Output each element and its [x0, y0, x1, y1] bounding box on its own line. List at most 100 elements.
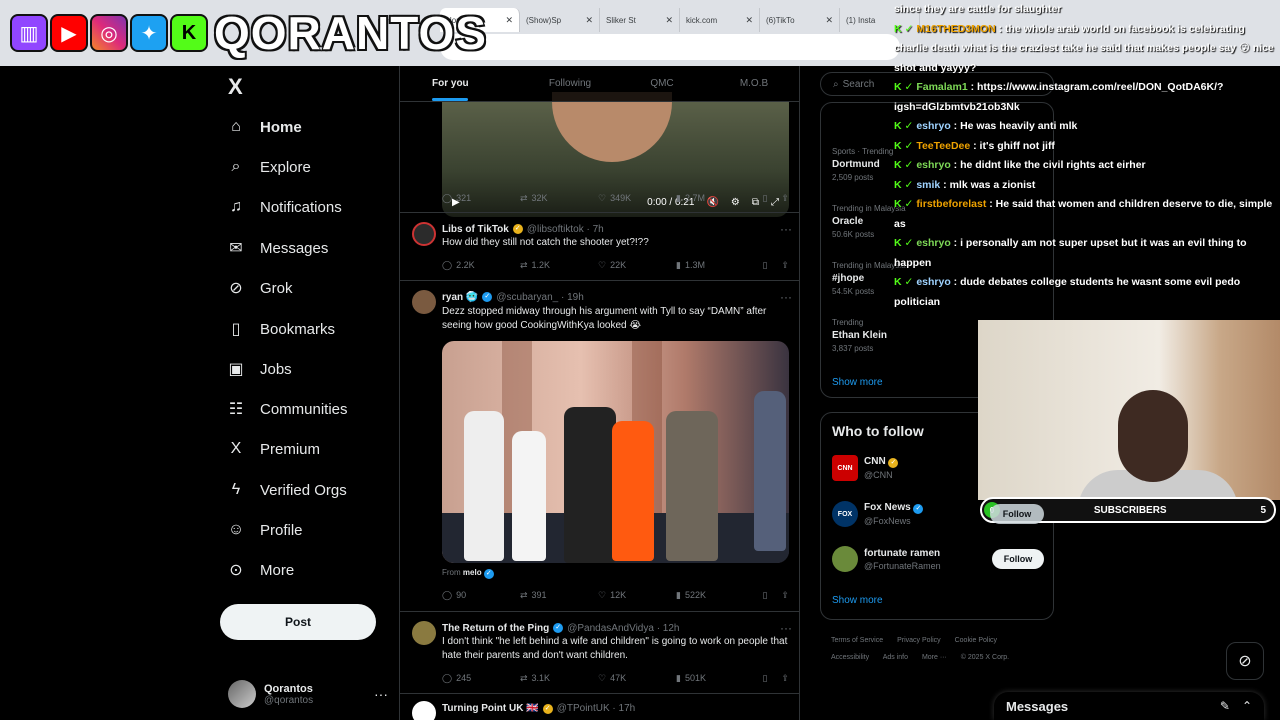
bookmark-icon[interactable]: ▯	[763, 673, 768, 684]
footer-link[interactable]: Privacy Policy	[897, 637, 941, 644]
tweet-author[interactable]: ryan 🥶	[442, 292, 478, 303]
chat-text: : it's ghiff not jiff	[973, 139, 1055, 152]
address-bar[interactable]	[440, 34, 900, 60]
tweet-handle[interactable]: @TPointUK · 17h	[557, 703, 636, 714]
nav-item-verified-orgs[interactable]: ϟ Verified Orgs	[226, 475, 347, 505]
repost-button[interactable]: ⇄ 391	[520, 590, 598, 601]
tweet-handle[interactable]: @PandasAndVidya · 12h	[567, 623, 679, 634]
messages-drawer[interactable]: Messages ✎ ⌃	[994, 692, 1264, 720]
tweet-handle[interactable]: @scubaryan_ · 19h	[496, 292, 583, 303]
x-logo-icon[interactable]: X	[228, 74, 243, 100]
follow-button[interactable]: Follow	[990, 504, 1044, 524]
close-icon[interactable]: ✕	[665, 15, 673, 26]
footer-link[interactable]: More ···	[922, 654, 947, 661]
tweet-handle[interactable]: @libsoftiktok · 7h	[527, 224, 604, 235]
footer-copyright: © 2025 X Corp.	[960, 654, 1010, 661]
nav-item-more[interactable]: ⊙ More	[226, 555, 294, 585]
post-button[interactable]: Post	[220, 604, 376, 640]
more-dots-icon[interactable]: ···	[780, 222, 792, 236]
close-icon[interactable]: ✕	[505, 15, 513, 26]
bookmark-icon[interactable]: ▯	[763, 193, 768, 204]
browser-tab[interactable]: (6)TikTo ✕	[760, 8, 840, 32]
share-icon[interactable]: ⇪	[781, 673, 789, 684]
nav-item-bookmarks[interactable]: ▯ Bookmarks	[226, 314, 335, 344]
share-icon[interactable]: ⇪	[781, 193, 789, 204]
tweet[interactable]: The Return of the Ping ✓ @PandasAndVidya…	[400, 611, 799, 691]
repost-button[interactable]: ⇄ 1.2K	[520, 260, 598, 271]
tweet-author[interactable]: The Return of the Ping	[442, 623, 549, 634]
chat-message: K ✓ eshryo : dude debates college student…	[894, 273, 1278, 312]
views-button[interactable]: ▮ 1.3M	[676, 260, 756, 271]
tweet-text: I don't think "he left behind a wife and…	[442, 636, 788, 661]
twitch-icon: ▥	[10, 14, 48, 52]
repost-icon: ⇄	[520, 589, 528, 600]
more-dots-icon[interactable]: ···	[780, 290, 792, 304]
webcam-detail	[1118, 390, 1188, 482]
browser-tab[interactable]: Sliker St ✕	[600, 8, 680, 32]
nav-item-grok[interactable]: ⊘ Grok	[226, 273, 292, 303]
close-icon[interactable]: ✕	[825, 15, 833, 26]
browser-tab[interactable]: kick.com ✕	[680, 8, 760, 32]
more-dots-icon[interactable]: ···	[374, 686, 388, 702]
reply-button[interactable]: ◯ 321	[442, 193, 520, 204]
reply-button[interactable]: ◯ 90	[442, 590, 520, 601]
tweet-video[interactable]	[442, 341, 789, 563]
grok-icon[interactable]: ⊘	[1226, 642, 1264, 680]
more-dots-icon[interactable]: ···	[780, 621, 792, 635]
reply-button[interactable]: ◯ 2.2K	[442, 260, 520, 271]
footer-link[interactable]: Cookie Policy	[955, 637, 997, 644]
tab-qmc[interactable]: QMC	[616, 66, 708, 101]
account-handle: @qorantos	[264, 694, 314, 706]
browser-tab[interactable]: (Show)Sp ✕	[520, 8, 600, 32]
footer-link[interactable]: Accessibility	[831, 654, 869, 661]
repost-button[interactable]: ⇄ 32K	[520, 193, 598, 204]
share-icon[interactable]: ⇪	[781, 590, 789, 601]
close-icon[interactable]: ✕	[585, 15, 593, 26]
who-to-follow-title: Who to follow	[832, 423, 924, 439]
tweet[interactable]: Libs of TikTok ✓ @libsoftiktok · 7h ··· …	[400, 212, 799, 276]
follow-show-more[interactable]: Show more	[832, 595, 883, 606]
footer-link[interactable]: Ads info	[883, 654, 908, 661]
views-button[interactable]: ▮ 522K	[676, 590, 756, 601]
reply-button[interactable]: ◯ 245	[442, 673, 520, 684]
tab-mob[interactable]: M.O.B	[708, 66, 799, 101]
tweet[interactable]: Turning Point UK 🇬🇧 ✓ @TPointUK · 17h	[400, 693, 799, 720]
from-account[interactable]: melo	[463, 568, 482, 577]
compose-message-icon[interactable]: ✎	[1220, 699, 1230, 713]
chevron-up-icon[interactable]: ⌃	[1242, 699, 1252, 713]
like-button[interactable]: ♡ 349K	[598, 193, 676, 204]
tab-following[interactable]: Following	[524, 66, 616, 101]
repost-button[interactable]: ⇄ 3.1K	[520, 673, 598, 684]
close-icon[interactable]: ✕	[745, 15, 753, 26]
browser-tabstrip: Hom ✕ (Show)Sp ✕ Sliker St ✕ kick.com ✕ (6)T…	[440, 8, 920, 32]
nav-item-premium[interactable]: X Premium	[226, 434, 320, 464]
tweet-author[interactable]: Turning Point UK 🇬🇧	[442, 703, 539, 714]
nav-item-label: Jobs	[260, 360, 292, 378]
repost-icon: ⇄	[520, 259, 528, 270]
nav-item-explore[interactable]: ⌕ Explore	[226, 152, 311, 182]
like-button[interactable]: ♡ 12K	[598, 590, 676, 601]
nav-item-home[interactable]: ⌂ Home	[226, 112, 302, 142]
follow-button[interactable]: Follow	[992, 549, 1044, 569]
like-button[interactable]: ♡ 47K	[598, 673, 676, 684]
nav-item-profile[interactable]: ☺ Profile	[226, 515, 303, 545]
tab-for-you[interactable]: For you	[400, 66, 524, 101]
media-person	[464, 411, 504, 561]
kick-badge-icon: K ✓	[894, 159, 914, 171]
trends-show-more[interactable]: Show more	[832, 377, 883, 388]
follow-suggestion[interactable]: fortunate ramen @FortunateRamen Follow	[832, 546, 1044, 572]
nav-item-notifications[interactable]: ♫ Notifications	[226, 192, 342, 222]
like-button[interactable]: ♡ 22K	[598, 260, 676, 271]
views-button[interactable]: ▮ 2.7M	[676, 193, 756, 204]
nav-item-communities[interactable]: ☷ Communities	[226, 394, 348, 424]
nav-item-label: Premium	[260, 440, 321, 458]
bookmark-icon[interactable]: ▯	[763, 590, 768, 601]
account-switcher[interactable]: Qorantos @qorantos ···	[228, 680, 388, 708]
nav-item-messages[interactable]: ✉ Messages	[226, 233, 328, 263]
bookmark-icon[interactable]: ▯	[763, 260, 768, 271]
tweet-author[interactable]: Libs of TikTok	[442, 224, 509, 235]
footer-link[interactable]: Terms of Service	[831, 637, 883, 644]
nav-item-jobs[interactable]: ▣ Jobs	[226, 354, 292, 384]
views-button[interactable]: ▮ 501K	[676, 673, 756, 684]
share-icon[interactable]: ⇪	[781, 260, 789, 271]
